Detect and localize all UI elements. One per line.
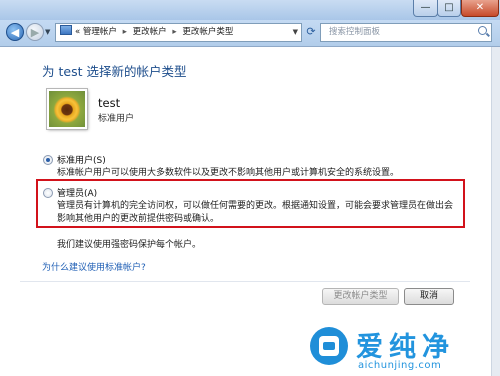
administrator-description: 管理员有计算机的完全访问权，可以做任何需要的更改。根据通知设置，可能会要求管理员…: [57, 201, 454, 224]
breadcrumb-separator-icon[interactable]: ▸: [123, 27, 127, 37]
why-standard-account-link[interactable]: 为什么建议使用标准帐户?: [42, 260, 146, 273]
breadcrumb-item-change-account[interactable]: 更改帐户: [133, 27, 167, 37]
search-icon[interactable]: [478, 26, 487, 35]
title-bar: — □ ✕: [0, 0, 500, 20]
address-bar[interactable]: « 管理帐户 ▸ 更改帐户 ▸ 更改帐户类型 ▼: [55, 23, 302, 42]
breadcrumb-prefix[interactable]: «: [75, 27, 80, 37]
watermark-url: aichunjing.com: [358, 360, 442, 371]
search-input[interactable]: 搜索控制面板: [320, 23, 492, 42]
back-button[interactable]: ◀: [6, 23, 24, 41]
administrator-radio[interactable]: [43, 188, 53, 198]
user-name: test: [98, 96, 121, 110]
standard-user-radio[interactable]: [43, 155, 53, 165]
breadcrumb-item-change-account-type[interactable]: 更改帐户类型: [182, 27, 233, 37]
watermark-logo-icon: [310, 327, 348, 365]
administrator-label[interactable]: 管理员(A): [57, 186, 97, 199]
divider: [20, 281, 470, 282]
search-placeholder: 搜索控制面板: [329, 27, 381, 37]
control-panel-window: — □ ✕ ◀ ▶ ▼ « 管理帐户 ▸ 更改帐户 ▸ 更改帐户类型 ▼ ⟳ 搜…: [0, 0, 500, 376]
user-type: 标准用户: [98, 114, 135, 124]
standard-user-label[interactable]: 标准用户(S): [57, 153, 106, 166]
address-dropdown-icon[interactable]: ▼: [293, 24, 298, 41]
recent-pages-dropdown-icon[interactable]: ▼: [45, 28, 50, 36]
control-panel-icon: [60, 25, 72, 35]
breadcrumb-item-manage-accounts[interactable]: 管理帐户: [83, 27, 117, 37]
breadcrumb-separator-icon[interactable]: ▸: [172, 27, 176, 37]
close-button[interactable]: ✕: [461, 0, 499, 17]
refresh-icon[interactable]: ⟳: [304, 25, 318, 39]
minimize-button[interactable]: —: [413, 0, 438, 17]
user-avatar: [47, 89, 87, 129]
password-tip: 我们建议使用强密码保护每个帐户。: [57, 240, 202, 250]
forward-button[interactable]: ▶: [26, 23, 44, 41]
change-account-type-button[interactable]: 更改帐户类型: [322, 288, 399, 305]
watermark-title: 爱纯净: [356, 332, 455, 363]
cancel-button[interactable]: 取消: [404, 288, 454, 305]
page-title: 为 test 选择新的帐户类型: [42, 64, 187, 79]
vertical-scrollbar[interactable]: [491, 47, 500, 376]
maximize-button[interactable]: □: [437, 0, 461, 17]
navigation-toolbar: ◀ ▶ ▼ « 管理帐户 ▸ 更改帐户 ▸ 更改帐户类型 ▼ ⟳ 搜索控制面板: [0, 20, 500, 47]
